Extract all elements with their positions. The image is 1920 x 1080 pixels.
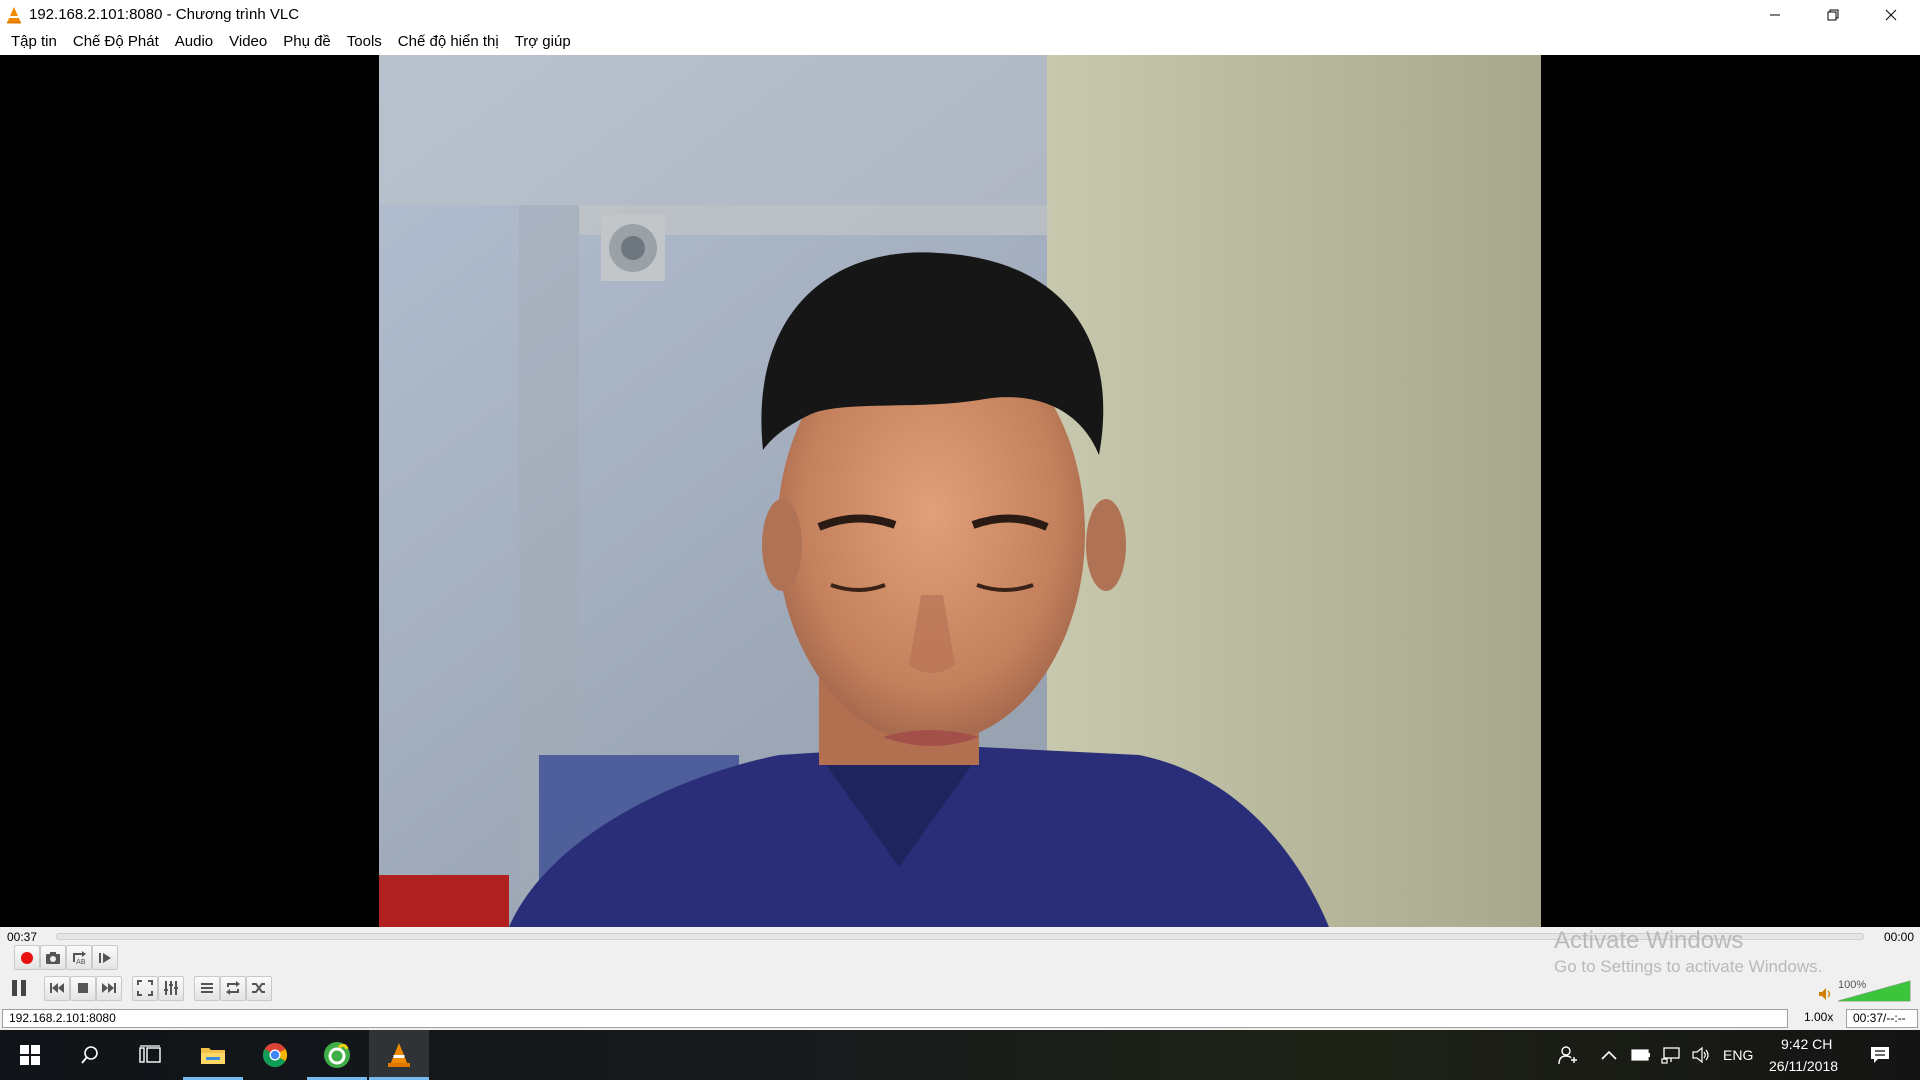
windows-logo-icon	[20, 1045, 40, 1065]
clock-date[interactable]: 26/11/2018	[1769, 1058, 1838, 1074]
taskbar-vlc[interactable]	[369, 1030, 429, 1080]
webcam-video-image	[379, 55, 1541, 927]
fullscreen-button[interactable]	[132, 975, 158, 1001]
people-button[interactable]	[1550, 1030, 1586, 1080]
battery-icon	[1631, 1049, 1650, 1061]
menu-help[interactable]: Trợ giúp	[507, 29, 579, 55]
window-title: 192.168.2.101:8080 - Chương trình VLC	[29, 6, 300, 23]
chrome-icon	[262, 1043, 288, 1068]
menu-audio[interactable]: Audio	[167, 29, 221, 55]
snapshot-button[interactable]	[40, 945, 66, 970]
frame-by-frame-button[interactable]	[92, 945, 118, 970]
menu-bar: Tập tin Chế Độ Phát Audio Video Phụ đề T…	[0, 29, 1920, 55]
battery-button[interactable]	[1626, 1030, 1656, 1080]
loop-button[interactable]	[220, 975, 246, 1001]
frame-step-icon	[99, 952, 111, 963]
next-icon	[102, 983, 116, 993]
fullscreen-icon	[137, 980, 153, 996]
stop-button[interactable]	[70, 975, 96, 1001]
previous-icon	[50, 983, 64, 993]
remaining-time[interactable]: 00:00	[1884, 930, 1914, 944]
loop-icon	[226, 981, 240, 995]
file-explorer-icon	[201, 1048, 225, 1064]
shuffle-button[interactable]	[246, 975, 272, 1001]
start-button[interactable]	[0, 1030, 60, 1080]
equalizer-icon	[164, 981, 178, 995]
video-frame	[379, 55, 1541, 927]
menu-tools[interactable]: Tools	[339, 29, 390, 55]
video-area[interactable]	[0, 55, 1920, 927]
pause-button[interactable]	[4, 973, 34, 1003]
extended-settings-button[interactable]	[158, 975, 184, 1001]
taskbar-file-explorer[interactable]	[183, 1030, 243, 1080]
close-icon	[1885, 9, 1897, 20]
camera-icon	[46, 951, 60, 964]
record-button[interactable]	[14, 945, 40, 970]
restore-button[interactable]	[1804, 0, 1862, 29]
action-center-button[interactable]	[1860, 1030, 1900, 1080]
menu-subtitle[interactable]: Phụ đề	[275, 29, 339, 55]
elapsed-time: 00:37	[7, 930, 38, 944]
network-icon	[1661, 1047, 1680, 1064]
search-icon	[81, 1046, 98, 1064]
task-view-icon	[139, 1045, 161, 1063]
stop-icon	[78, 983, 88, 993]
activate-windows-title: Activate Windows	[1554, 927, 1744, 954]
speaker-icon	[1819, 988, 1831, 1000]
status-bar: 192.168.2.101:8080 1.00x 00:37/--:--	[0, 1008, 1920, 1030]
restore-icon	[1827, 9, 1839, 20]
playlist-icon	[201, 983, 213, 993]
taskbar: ENG 9:42 CH 26/11/2018	[0, 1030, 1920, 1080]
loop-ab-button[interactable]: AB	[66, 945, 92, 970]
volume-tray-button[interactable]	[1686, 1030, 1716, 1080]
minimize-button[interactable]	[1746, 0, 1804, 29]
speaker-tray-icon	[1692, 1046, 1709, 1064]
input-language[interactable]: ENG	[1723, 1047, 1753, 1063]
minimize-icon	[1770, 14, 1780, 15]
record-icon	[21, 951, 33, 964]
taskbar-chrome[interactable]	[245, 1030, 305, 1080]
pause-icon	[12, 980, 26, 996]
shuffle-icon	[252, 983, 265, 993]
coccoc-icon	[324, 1042, 350, 1068]
menu-file[interactable]: Tập tin	[3, 29, 65, 55]
title-bar: 192.168.2.101:8080 - Chương trình VLC	[0, 0, 1920, 29]
menu-video[interactable]: Video	[221, 29, 275, 55]
playlist-button[interactable]	[194, 975, 220, 1001]
people-icon	[1558, 1046, 1577, 1065]
clock-time[interactable]: 9:42 CH	[1781, 1036, 1832, 1052]
taskbar-coccoc[interactable]	[307, 1030, 367, 1080]
menu-playback[interactable]: Chế Độ Phát	[65, 29, 167, 55]
next-button[interactable]	[96, 975, 122, 1001]
playback-speed[interactable]: 1.00x	[1798, 1009, 1840, 1028]
status-time[interactable]: 00:37/--:--	[1846, 1009, 1918, 1028]
vlc-icon	[388, 1043, 410, 1067]
volume-control[interactable]: 100%	[1818, 977, 1914, 1003]
close-button[interactable]	[1862, 0, 1920, 29]
loop-ab-icon: AB	[73, 950, 86, 966]
vlc-logo-icon	[7, 6, 21, 23]
show-hidden-icons-button[interactable]	[1596, 1030, 1622, 1080]
menu-view[interactable]: Chế độ hiển thị	[390, 29, 507, 55]
search-button[interactable]	[60, 1030, 120, 1080]
network-button[interactable]	[1656, 1030, 1686, 1080]
svg-text:AB: AB	[76, 958, 86, 966]
activate-windows-hint: Go to Settings to activate Windows.	[1554, 957, 1823, 976]
volume-slider[interactable]	[1838, 980, 1912, 1002]
notification-icon	[1871, 1047, 1889, 1063]
previous-button[interactable]	[44, 975, 70, 1001]
task-view-button[interactable]	[120, 1030, 180, 1080]
chevron-up-icon	[1601, 1050, 1617, 1060]
media-name-field: 192.168.2.101:8080	[2, 1009, 1788, 1028]
